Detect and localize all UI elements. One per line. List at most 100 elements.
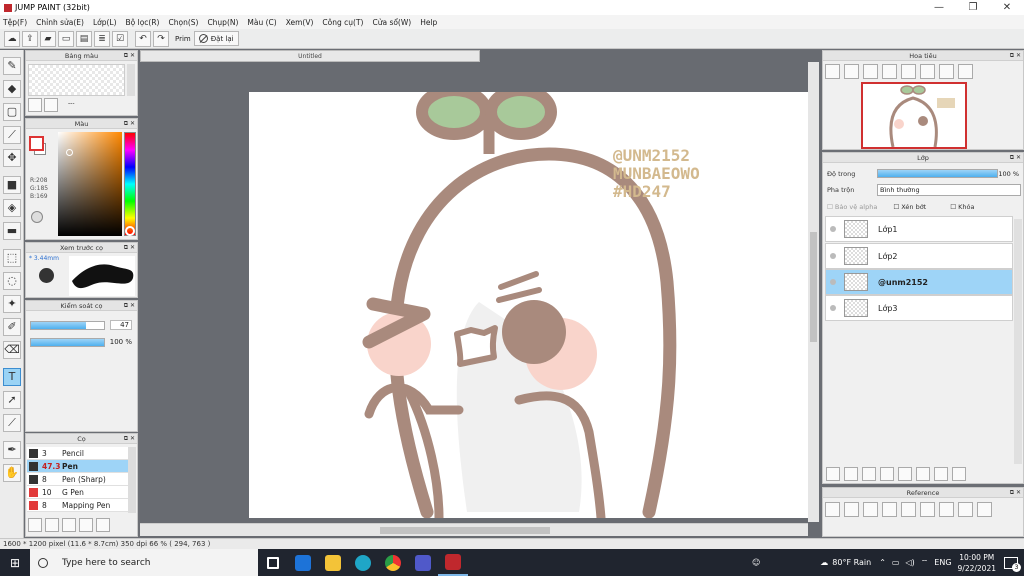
layer-row[interactable]: Lớp2	[825, 243, 1013, 269]
weather-text[interactable]: 80°F Rain	[832, 558, 871, 567]
taskbar-search[interactable]: Type here to search	[30, 549, 258, 576]
brush-item-selected[interactable]: 47.3 Pen	[27, 460, 129, 473]
text-tool-icon[interactable]: T	[3, 368, 21, 386]
blend-mode-select[interactable]: Bình thường	[877, 184, 1021, 196]
lock-checkbox[interactable]: ☐ Khóa	[950, 203, 974, 211]
operation-tool-icon[interactable]: ➚	[3, 391, 21, 409]
cloud-icon[interactable]: ☁	[4, 30, 20, 47]
brush-copy-icon[interactable]	[79, 518, 93, 532]
delete-layer-icon[interactable]	[952, 467, 966, 481]
network-icon[interactable]: ▭	[892, 558, 900, 567]
select-pen-icon[interactable]: ✐	[3, 318, 21, 336]
brush-menu-icon[interactable]	[62, 518, 76, 532]
visibility-icon[interactable]	[830, 279, 836, 285]
ref-dropper-icon[interactable]	[939, 502, 954, 517]
pin-icon[interactable]	[825, 502, 840, 517]
menu-view[interactable]: Xem(V)	[286, 18, 314, 27]
new-brush-icon[interactable]	[45, 518, 59, 532]
layer-row[interactable]: Lớp1	[825, 216, 1013, 242]
zoom-out-icon[interactable]	[882, 64, 897, 79]
duplicate-layer-icon[interactable]	[916, 467, 930, 481]
new-layer-1bit-icon[interactable]	[880, 467, 894, 481]
zoom-in-alt-icon[interactable]	[844, 64, 859, 79]
layer-folder-icon[interactable]	[898, 467, 912, 481]
hand-tool-icon[interactable]: ✋	[3, 464, 21, 482]
speech-icon[interactable]: ▰	[40, 30, 56, 47]
ref-zoom-out-icon[interactable]	[920, 502, 935, 517]
stabilizer-value[interactable]: 47	[110, 320, 132, 330]
ref-zoom-in-icon[interactable]	[882, 502, 897, 517]
fill-rect-icon[interactable]: ■	[3, 176, 21, 194]
undo-icon[interactable]: ↶	[135, 30, 151, 47]
gradient-tool-icon[interactable]: ▬	[3, 222, 21, 240]
flip-icon[interactable]	[958, 64, 973, 79]
jump-paint-taskbar-icon[interactable]	[438, 549, 468, 576]
color-picker-icon[interactable]	[31, 211, 43, 223]
lasso-icon[interactable]: ◌	[3, 272, 21, 290]
list-icon[interactable]: ≣	[94, 30, 110, 47]
document-icon[interactable]: ▤	[76, 30, 92, 47]
brush-item[interactable]: 8 Mapping Pen	[27, 499, 129, 512]
close-ref-icon[interactable]	[863, 502, 878, 517]
edge-icon[interactable]	[348, 549, 378, 576]
merge-layer-icon[interactable]	[934, 467, 948, 481]
layer-opacity-slider[interactable]	[877, 169, 998, 178]
reset-button[interactable]: Đặt lại	[193, 31, 239, 46]
minimize-button[interactable]: —	[922, 0, 956, 15]
new-layer-icon[interactable]	[826, 467, 840, 481]
menu-select[interactable]: Chọn(S)	[168, 18, 198, 27]
rotate-right-icon[interactable]	[939, 64, 954, 79]
menu-layer[interactable]: Lớp(L)	[93, 18, 117, 27]
layer-row[interactable]: Lớp3	[825, 295, 1013, 321]
export-icon[interactable]: ⇪	[22, 30, 38, 47]
brush-list-scrollbar[interactable]	[128, 447, 136, 513]
ref-flip-icon[interactable]	[977, 502, 992, 517]
ref-rotate-icon[interactable]	[958, 502, 973, 517]
hue-slider[interactable]	[124, 132, 136, 236]
navigator-thumbnail[interactable]	[861, 82, 967, 149]
language-indicator[interactable]: ENG	[934, 558, 951, 567]
drawing-canvas[interactable]: @UNM2152 MUNBAEOWO #HD247	[249, 92, 808, 518]
layer-row-selected[interactable]: @unm2152	[825, 269, 1013, 295]
vertical-scrollbar[interactable]	[808, 62, 819, 522]
brush-settings-icon[interactable]	[28, 518, 42, 532]
eraser-tool-icon[interactable]: ◆	[3, 80, 21, 98]
windows-start-icon[interactable]: ⊞	[0, 549, 30, 576]
menu-tools[interactable]: Công cụ(T)	[322, 18, 363, 27]
brush-item[interactable]: 10 G Pen	[27, 486, 129, 499]
move-tool-icon[interactable]: ✥	[3, 149, 21, 167]
fit-icon[interactable]	[863, 64, 878, 79]
select-rect-icon[interactable]: ⬚	[3, 249, 21, 267]
opacity-slider[interactable]	[30, 338, 105, 347]
brush-item[interactable]: 8 Pen (Sharp)	[27, 473, 129, 486]
pen-tool-icon[interactable]: ✒	[3, 441, 21, 459]
foreground-color-swatch[interactable]	[29, 136, 44, 151]
zoom-in-icon[interactable]	[825, 64, 840, 79]
brush-item[interactable]: 3 Pencil	[27, 447, 129, 460]
close-button[interactable]: ✕	[990, 0, 1024, 15]
task-view-icon[interactable]	[258, 549, 288, 576]
monitor-icon[interactable]: ▭	[58, 30, 74, 47]
horizontal-scroll-thumb[interactable]	[380, 527, 550, 534]
open-ref-icon[interactable]	[844, 502, 859, 517]
chevron-up-icon[interactable]: ⌃	[879, 558, 886, 567]
visibility-icon[interactable]	[830, 226, 836, 232]
palette-swatches[interactable]	[28, 64, 125, 96]
select-eraser-icon[interactable]: ⌫	[3, 341, 21, 359]
wifi-icon[interactable]: ⌔	[921, 558, 929, 568]
document-tab[interactable]: Untitled	[140, 50, 480, 62]
vertical-scroll-thumb[interactable]	[810, 232, 817, 342]
redo-icon[interactable]: ↷	[153, 30, 169, 47]
clock[interactable]: 10:00 PM 9/22/2021	[958, 552, 996, 574]
menu-file[interactable]: Tệp(F)	[3, 18, 27, 27]
rectangle-tool-icon[interactable]: ▢	[3, 103, 21, 121]
teams-icon[interactable]	[408, 549, 438, 576]
palette-more[interactable]: ---	[68, 100, 75, 107]
checklist-icon[interactable]: ☑	[112, 30, 128, 47]
brush-folder-icon[interactable]	[96, 518, 110, 532]
line-tool-icon[interactable]: ⟋	[3, 126, 21, 144]
visibility-icon[interactable]	[830, 305, 836, 311]
people-icon[interactable]: ☺	[752, 558, 760, 567]
menu-filter[interactable]: Bộ lọc(R)	[126, 18, 160, 27]
volume-icon[interactable]: ◁)	[905, 558, 914, 567]
